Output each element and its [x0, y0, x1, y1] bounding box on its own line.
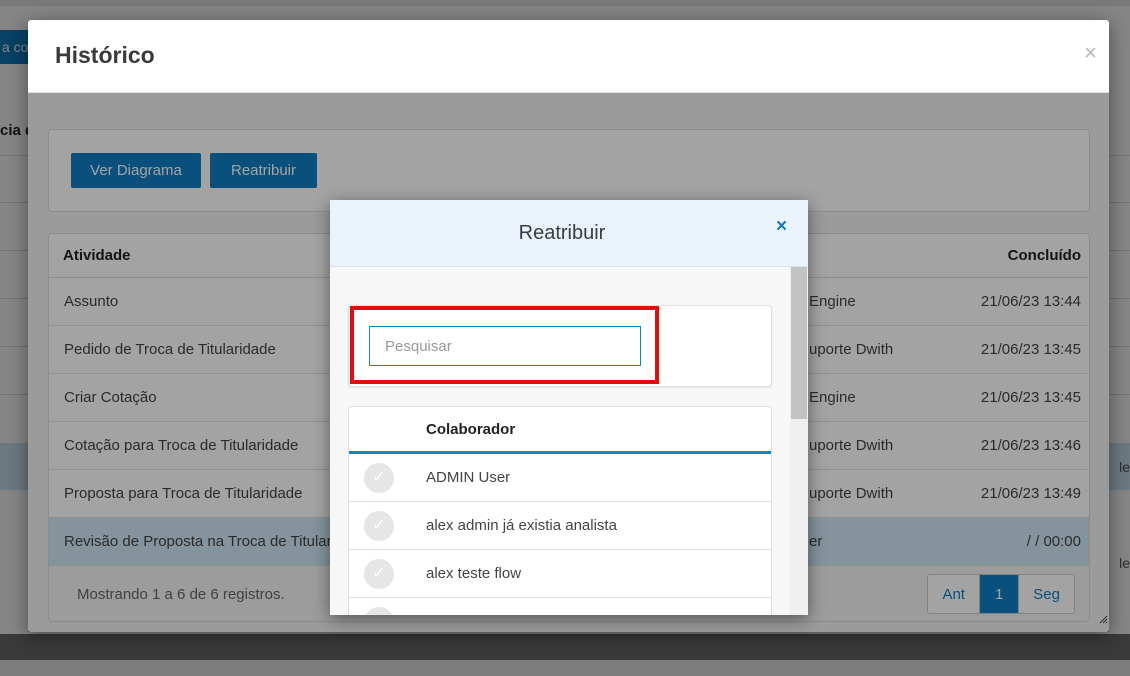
scrollbar[interactable] — [790, 267, 808, 615]
search-card — [348, 305, 772, 387]
colaborador-list: Colaborador ✓ ADMIN User ✓ alex admin já… — [348, 406, 772, 615]
list-item[interactable]: ✓ — [349, 598, 771, 615]
resize-grip-icon[interactable] — [1098, 614, 1108, 624]
check-icon[interactable]: ✓ — [364, 463, 394, 493]
list-item[interactable]: ✓ alex teste flow — [349, 550, 771, 598]
search-input[interactable] — [369, 326, 641, 366]
list-item[interactable]: ✓ ADMIN User — [349, 454, 771, 502]
close-icon[interactable]: × — [1084, 40, 1097, 66]
reatribuir-modal-body: Colaborador ✓ ADMIN User ✓ alex admin já… — [330, 267, 790, 615]
colaborador-name: alex admin já existia analista — [426, 517, 617, 534]
historico-modal-title: Histórico — [55, 42, 155, 68]
background-bottom-strip — [0, 660, 1130, 676]
list-header: Colaborador — [349, 407, 771, 454]
colaborador-name: alex teste flow — [426, 565, 522, 582]
reatribuir-modal-title: Reatribuir — [518, 222, 606, 244]
colaborador-name: ADMIN User — [426, 469, 511, 486]
background-bottom-bar — [0, 634, 1130, 660]
list-item[interactable]: ✓ alex admin já existia analista — [349, 502, 771, 550]
check-icon[interactable]: ✓ — [364, 607, 394, 615]
reatribuir-modal: Reatribuir × Colaborador ✓ ADMIN User ✓ … — [330, 200, 808, 615]
reatribuir-modal-header: Reatribuir × — [330, 200, 808, 267]
scrollbar-thumb[interactable] — [791, 267, 807, 419]
check-icon[interactable]: ✓ — [364, 511, 394, 541]
check-icon[interactable]: ✓ — [364, 559, 394, 589]
column-header-colaborador: Colaborador — [426, 421, 516, 438]
historico-modal-header: Histórico × — [28, 20, 1109, 93]
close-icon[interactable]: × — [776, 216, 787, 238]
